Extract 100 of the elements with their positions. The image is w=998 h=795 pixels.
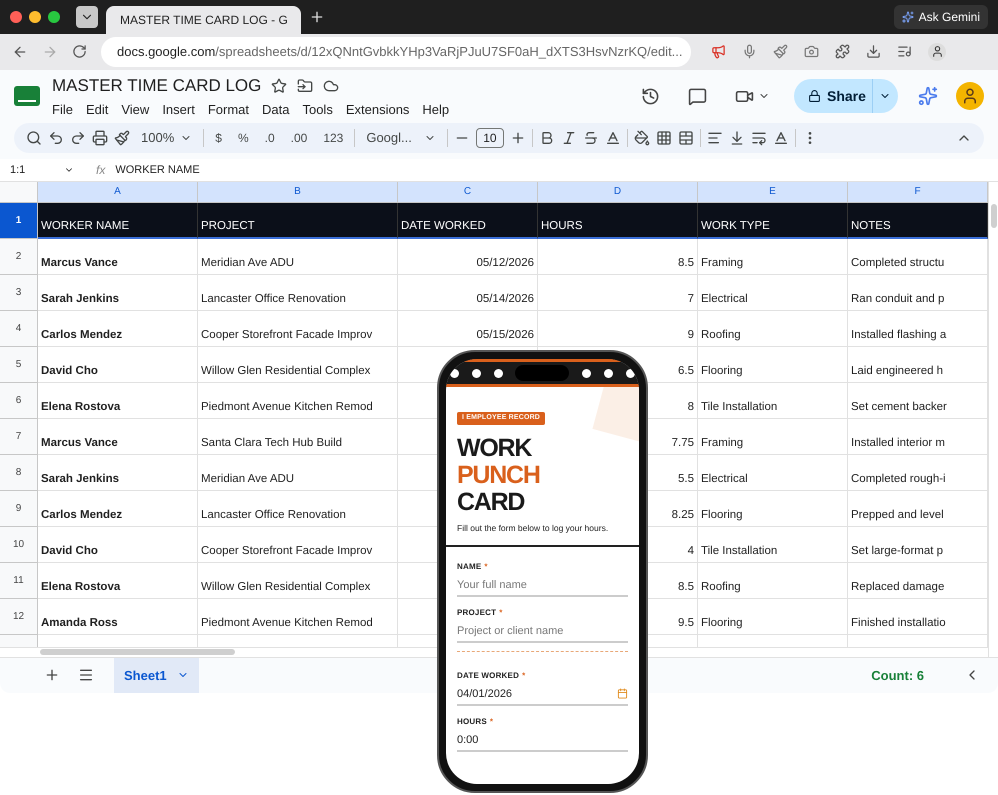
table-cell: Piedmont Avenue Kitchen Remod [198, 598, 398, 635]
formula-field[interactable]: WORKER NAME [115, 162, 200, 178]
table-cell: Flooring [698, 346, 848, 383]
table-cell: Sarah Jenkins [38, 274, 198, 311]
table-cell: 05/14/2026 [398, 274, 538, 311]
field-label: NAME [457, 560, 482, 573]
table-cell: Santa Clara Tech Hub Build [198, 418, 398, 455]
header-cell: WORKER NAME [38, 202, 198, 239]
row-number[interactable]: 3 [0, 274, 38, 311]
table-cell: Installed flashing a [848, 310, 988, 347]
document-title[interactable]: MASTER TIME CARD LOG [52, 73, 262, 99]
count-summary[interactable]: Count: 6 [871, 666, 924, 686]
table-cell: Marcus Vance [38, 418, 198, 455]
ask-gemini-button[interactable]: Ask Gemini [894, 5, 988, 29]
table-cell: Elena Rostova [38, 382, 198, 419]
row-number[interactable]: 10 [0, 526, 38, 563]
table-cell: Elena Rostova [38, 562, 198, 599]
increase-decimal-button[interactable]: .00 [286, 126, 312, 150]
table-cell: Flooring [698, 598, 848, 635]
table-cell: Piedmont Avenue Kitchen Remod [198, 382, 398, 419]
column-header[interactable]: F [848, 182, 988, 203]
column-header[interactable]: D [538, 182, 698, 203]
row-number[interactable]: 12 [0, 598, 38, 635]
menu-item[interactable]: Format [208, 100, 249, 120]
browser-tab[interactable]: MASTER TIME CARD LOG - G [106, 6, 301, 34]
row-number[interactable]: 6 [0, 382, 38, 419]
table-cell: David Cho [38, 526, 198, 563]
currency-button[interactable]: $ [210, 126, 227, 150]
table-cell: Cooper Storefront Facade Improv [198, 310, 398, 347]
zoom-select[interactable]: 100% [136, 126, 198, 150]
row-number[interactable]: 5 [0, 346, 38, 383]
table-cell: Meridian Ave ADU [198, 454, 398, 491]
row-number[interactable]: 11 [0, 562, 38, 599]
row-number[interactable]: 7 [0, 418, 38, 455]
required-mark: * [499, 606, 502, 619]
table-cell: Replaced damage [848, 562, 988, 599]
row-number[interactable]: 4 [0, 310, 38, 347]
table-cell: Electrical [698, 454, 848, 491]
column-header[interactable]: A [38, 182, 198, 203]
row-number[interactable]: 9 [0, 490, 38, 527]
input-field[interactable]: Your full name [457, 574, 628, 597]
font-size-field[interactable]: 10 [476, 128, 504, 148]
field-label: HOURS [457, 716, 487, 728]
number-format-button[interactable]: 123 [318, 126, 348, 150]
title-line: PUNCH [457, 462, 541, 489]
field-label: DATE WORKED [457, 670, 520, 682]
table-cell: Carlos Mendez [38, 490, 198, 527]
table-cell: Willow Glen Residential Complex [198, 562, 398, 599]
table-cell: Completed rough-i [848, 454, 988, 491]
table-cell: Set large-format p [848, 526, 988, 563]
title-line: WORK [457, 435, 533, 462]
table-cell: Finished installatio [848, 598, 988, 635]
row-number[interactable]: 2 [0, 238, 38, 275]
table-cell: Set cement backer [848, 382, 988, 419]
table-cell: David Cho [38, 346, 198, 383]
menu-item[interactable]: Extensions [346, 100, 410, 120]
table-cell: Cooper Storefront Facade Improv [198, 526, 398, 563]
share-button[interactable]: Share [794, 79, 898, 114]
menu-item[interactable]: Data [262, 100, 290, 120]
table-cell: Roofing [698, 310, 848, 347]
table-cell: Flooring [698, 490, 848, 527]
table-cell: Lancaster Office Renovation [198, 274, 398, 311]
title-line: CARD [457, 489, 526, 516]
sheet-tab[interactable]: Sheet1 [114, 658, 199, 693]
table-cell: Completed structu [848, 238, 988, 275]
table-cell: Framing [698, 238, 848, 275]
column-header[interactable]: B [198, 182, 398, 203]
table-cell: 7 [538, 274, 698, 311]
input-field[interactable]: 0:00 [457, 730, 628, 752]
table-cell: 05/12/2026 [398, 238, 538, 275]
column-header[interactable]: C [398, 182, 538, 203]
name-box[interactable]: 1:1 [0, 162, 80, 178]
menu-item[interactable]: Insert [162, 100, 195, 120]
table-cell: Willow Glen Residential Complex [198, 346, 398, 383]
menu-item[interactable]: View [121, 100, 150, 120]
menu-item[interactable]: File [52, 100, 73, 120]
date-field[interactable]: 04/01/2026 [457, 684, 628, 706]
required-mark: * [484, 560, 488, 573]
table-cell: Sarah Jenkins [38, 454, 198, 491]
menu-item[interactable]: Help [422, 100, 450, 120]
row-number[interactable]: 8 [0, 454, 38, 491]
column-header[interactable]: E [698, 182, 848, 203]
header-cell: PROJECT [198, 202, 398, 239]
required-mark: * [522, 670, 526, 682]
address-bar[interactable]: docs.google.com/spreadsheets/d/12xQNntGvbkkYHp3VaRjPJuU7SF0aH_dXTS3HsvNzrKQ/edit... [101, 36, 691, 67]
table-cell: 05/15/2026 [398, 310, 538, 347]
header-cell: HOURS [538, 202, 698, 239]
decrease-decimal-button[interactable]: .0 [260, 126, 280, 150]
table-cell: 8.5 [538, 238, 698, 275]
table-cell: Installed interior m [848, 418, 988, 455]
menu-item[interactable]: Tools [302, 100, 333, 120]
table-cell: Amanda Ross [38, 598, 198, 635]
font-select[interactable]: Googl... [361, 126, 441, 150]
table-cell: Prepped and level [848, 490, 988, 527]
menu-item[interactable]: Edit [86, 100, 108, 120]
input-field[interactable]: Project or client name [457, 620, 628, 643]
field-label: PROJECT [457, 606, 496, 619]
row-header[interactable]: 1 [0, 202, 38, 239]
table-cell: Marcus Vance [38, 238, 198, 275]
percent-button[interactable]: % [232, 126, 254, 150]
